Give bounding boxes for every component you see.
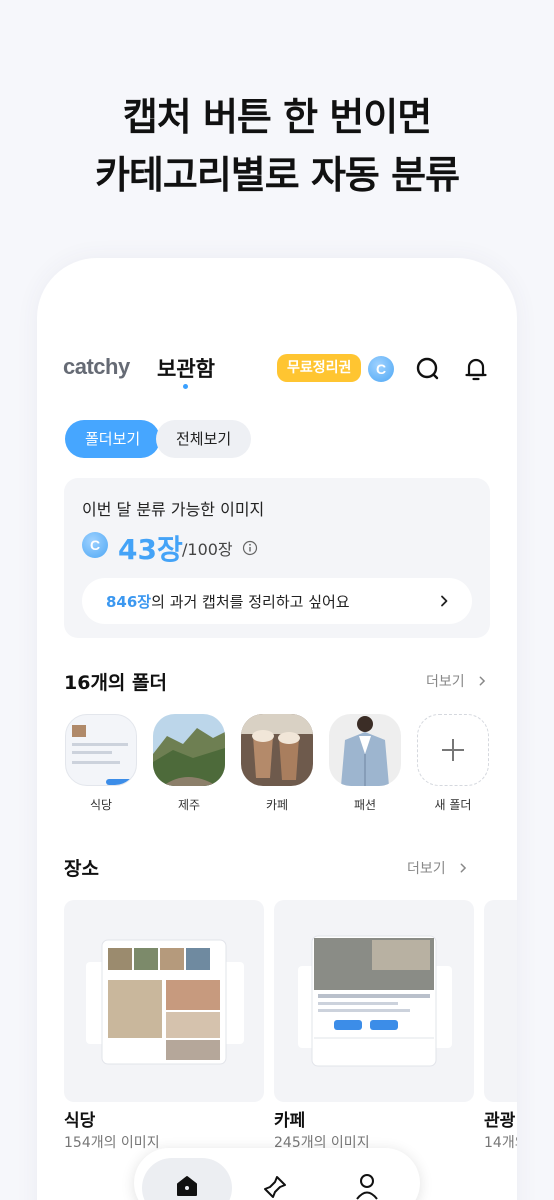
folder-label: 새 폴더 [434,798,472,812]
place-name: 카페 [274,1111,306,1131]
coin-icon: C [368,356,394,382]
cleanup-count: 846장 [106,593,152,611]
quota-card: 이번 달 분류 가능한 이미지 C 43장 /100장 846장의 과거 캡처를… [64,478,490,638]
quota-count: 43장 [118,533,183,566]
chevron-right-icon [479,676,486,686]
headline-line-1: 캡처 버튼 한 번이면 [122,95,432,139]
plus-icon [442,739,464,761]
promo-headline: 캡처 버튼 한 번이면 카테고리별로 자동 분류 [0,88,554,204]
search-icon[interactable] [413,354,443,384]
folder-jeju[interactable]: 제주 [152,714,226,813]
quota-title: 이번 달 분류 가능한 이미지 [82,500,265,519]
places-more-label: 더보기 [407,861,446,877]
profile-icon[interactable] [354,1172,380,1200]
places-more-link[interactable]: 더보기 [407,858,468,878]
folder-restaurant[interactable]: 식당 [64,714,138,813]
folder-fashion[interactable]: 패션 [328,714,402,813]
folder-thumbnail [153,714,225,786]
place-name: 관광 [484,1111,516,1131]
tab-storage[interactable]: 보관함 [157,353,215,383]
folder-thumbnail [417,714,489,786]
active-tab-dot [183,384,188,389]
chevron-right-icon [460,863,467,873]
coin-icon: C [82,532,108,558]
folder-label: 패션 [353,798,377,812]
nav-home-button[interactable] [142,1158,232,1200]
folder-label: 카페 [265,798,289,812]
folder-label: 식당 [89,798,113,812]
place-card-cafe[interactable] [274,900,474,1102]
bell-icon[interactable] [461,354,491,384]
new-folder-button[interactable]: 새 폴더 [416,714,490,813]
place-card-restaurant[interactable] [64,900,264,1102]
phone-frame: catchy 보관함 무료정리권 C 폴더보기 전체보기 이번 달 분류 가능한… [37,258,517,1200]
place-card-tourism[interactable] [484,900,517,1102]
folders-more-label: 더보기 [426,674,465,690]
all-view-button[interactable]: 전체보기 [156,420,252,458]
folder-thumbnail [65,714,137,786]
place-count: 154개의 이미지 [64,1135,160,1151]
home-icon [177,1176,197,1196]
bottom-navigation [134,1148,420,1200]
place-count: 14개의 이미지 [484,1135,517,1151]
pin-icon[interactable] [262,1174,288,1200]
free-cleanup-badge[interactable]: 무료정리권 [277,354,362,382]
places-section-title: 장소 [64,858,99,880]
cleanup-button-label: 846장의 과거 캡처를 정리하고 싶어요 [106,591,350,612]
chevron-right-icon [441,595,448,607]
app-logo: catchy [63,354,130,379]
headline-line-2: 카테고리별로 자동 분류 [94,153,460,197]
quota-total: /100장 [182,540,233,559]
cleanup-text: 의 과거 캡처를 정리하고 싶어요 [151,593,350,611]
folders-more-link[interactable]: 더보기 [426,671,487,691]
folder-view-button[interactable]: 폴더보기 [65,420,161,458]
past-capture-cleanup-button[interactable]: 846장의 과거 캡처를 정리하고 싶어요 [82,578,472,624]
folder-cafe[interactable]: 카페 [240,714,314,813]
folder-label: 제주 [177,798,201,812]
place-name: 식당 [64,1111,96,1131]
info-icon[interactable] [242,540,258,556]
place-card-preview [86,939,244,1065]
folder-thumbnail [241,714,313,786]
place-card-preview [298,935,452,1067]
folder-thumbnail [329,714,401,786]
folders-section-title: 16개의 폴더 [64,672,167,694]
